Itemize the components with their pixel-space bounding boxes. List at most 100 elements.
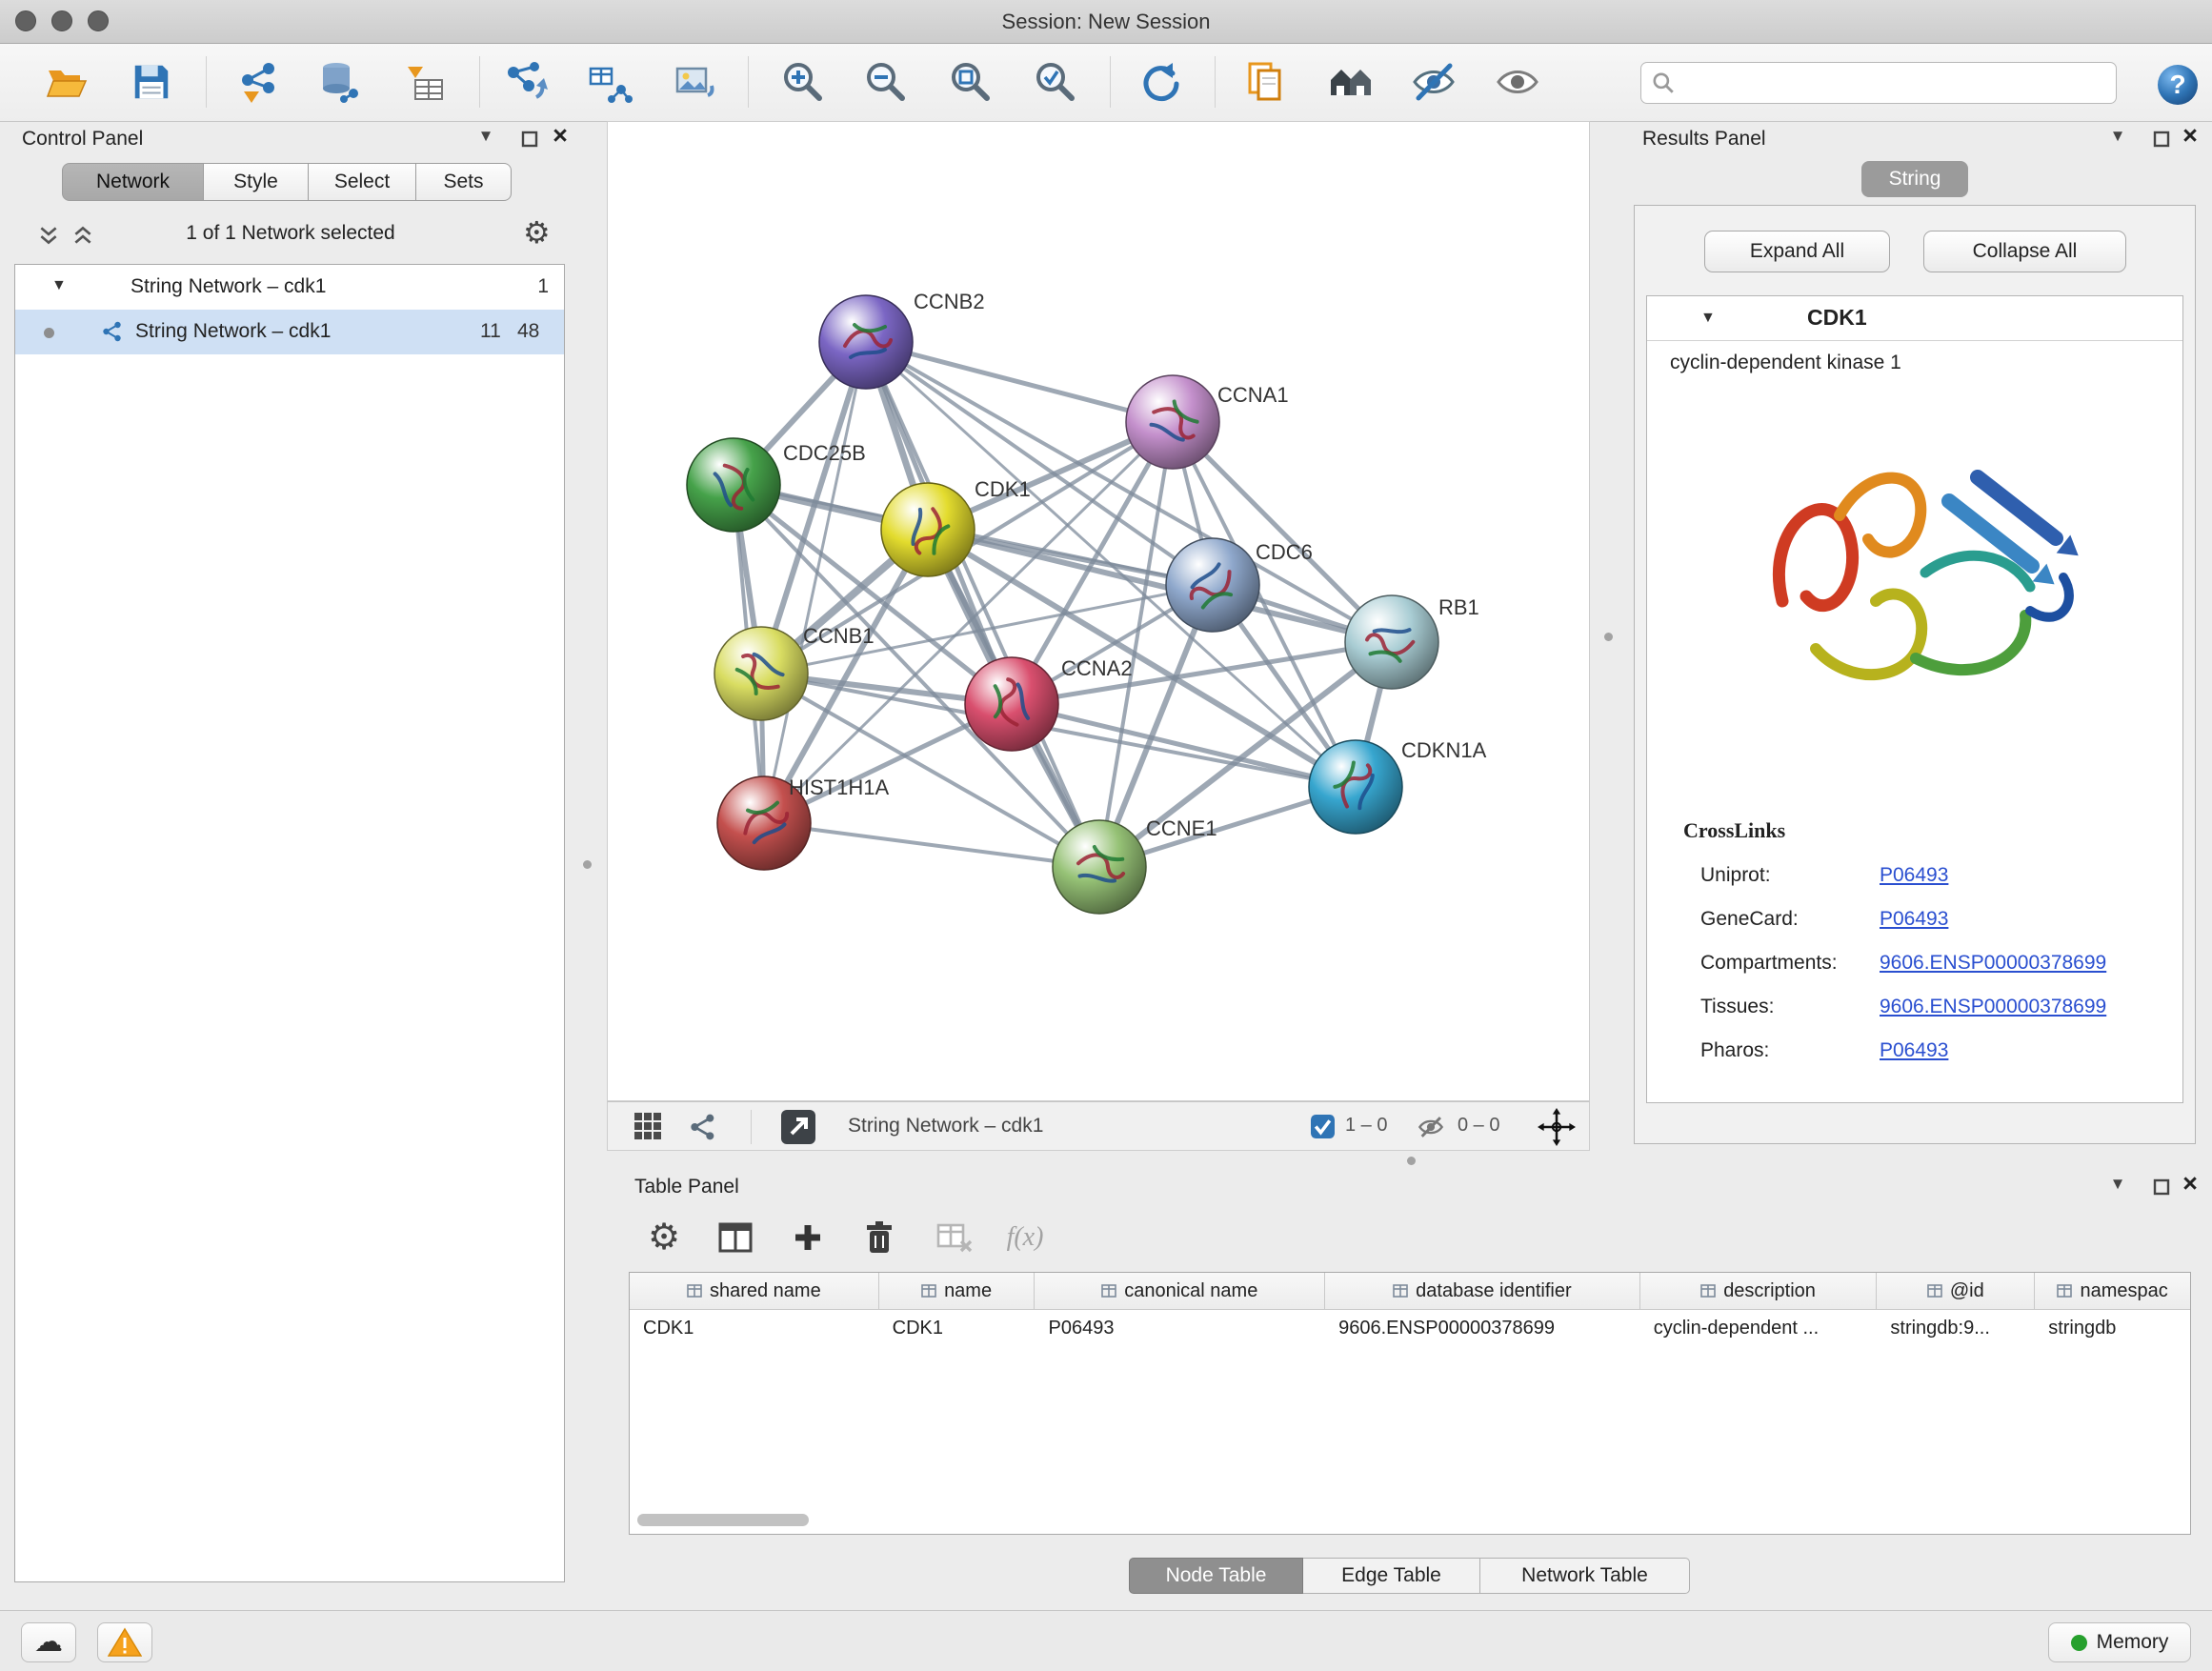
refresh-view-button[interactable] — [1134, 55, 1187, 109]
zoom-window-icon[interactable] — [88, 10, 109, 31]
new-network-button[interactable] — [500, 55, 553, 109]
clone-network-button[interactable] — [1238, 55, 1292, 109]
table-options-button[interactable]: ⚙ — [637, 1211, 691, 1264]
panel-menu-icon[interactable]: ▼ — [473, 127, 498, 146]
string-results-tab[interactable]: String — [1861, 161, 1968, 197]
node-CCNB1[interactable] — [714, 627, 808, 720]
tab-network-table[interactable]: Network Table — [1480, 1558, 1690, 1594]
float-panel-icon[interactable] — [2152, 130, 2171, 149]
node-CDC6[interactable] — [1166, 538, 1259, 632]
right-splitter-handle[interactable] — [1604, 633, 1613, 641]
node-CCNA1[interactable] — [1126, 375, 1219, 469]
column-header-at-id[interactable]: @id — [1877, 1273, 2035, 1309]
zoom-out-button[interactable] — [859, 55, 913, 109]
network-view: CCNB2CCNA1CDC25BCDK1CDC6RB1CCNB1CCNA2CDK… — [607, 121, 1590, 1151]
edge-CCNB2-CCNE1[interactable] — [866, 342, 1099, 867]
hide-selected-button[interactable] — [1407, 55, 1460, 109]
search-input[interactable] — [1681, 64, 2116, 102]
function-builder-button-disabled[interactable]: f(x) — [998, 1211, 1052, 1264]
node-CCNE1[interactable] — [1053, 820, 1146, 914]
pan-crosshair-icon[interactable] — [1538, 1108, 1576, 1146]
expand-all-button[interactable]: Expand All — [1704, 231, 1890, 272]
network-glyph-icon[interactable] — [688, 1112, 718, 1142]
network-overview-button[interactable] — [1324, 55, 1377, 109]
tab-select[interactable]: Select — [309, 163, 416, 201]
tree-expand-icon[interactable]: ▼ — [51, 277, 67, 294]
column-header-database-identifier[interactable]: database identifier — [1325, 1273, 1640, 1309]
node-RB1[interactable] — [1345, 595, 1438, 689]
main-toolbar: ? — [0, 44, 2212, 122]
node-CDC25B[interactable] — [687, 438, 780, 532]
cell-name: CDK1 — [879, 1310, 1036, 1346]
column-header-namespace[interactable]: namespac — [2035, 1273, 2190, 1309]
crosslink-link[interactable]: P06493 — [1880, 908, 1948, 931]
tab-sets[interactable]: Sets — [416, 163, 512, 201]
network-row-selected[interactable]: String Network – cdk1 11 48 — [15, 310, 564, 354]
window-title: Session: New Session — [0, 0, 2212, 43]
cloud-status-button[interactable]: ☁ — [21, 1622, 76, 1662]
birdseye-grid-icon[interactable] — [631, 1109, 665, 1143]
panel-menu-icon[interactable]: ▼ — [2105, 127, 2130, 146]
warnings-button[interactable] — [97, 1622, 152, 1662]
export-image-button[interactable] — [668, 55, 721, 109]
close-panel-icon[interactable]: × — [548, 121, 573, 151]
close-panel-icon[interactable]: × — [2178, 121, 2202, 151]
node-CDK1[interactable] — [881, 483, 975, 576]
import-network-from-file-button[interactable] — [232, 55, 286, 109]
node-CDKN1A[interactable] — [1309, 740, 1402, 834]
tab-network[interactable]: Network — [62, 163, 204, 201]
network-collection-row[interactable]: ▼ String Network – cdk1 1 — [15, 265, 564, 310]
image-icon — [672, 59, 717, 105]
node-CCNA2[interactable] — [965, 657, 1058, 751]
horizontal-scrollbar-thumb[interactable] — [637, 1514, 809, 1526]
help-button[interactable]: ? — [2151, 58, 2204, 111]
crosslink-link[interactable]: 9606.ENSP00000378699 — [1880, 952, 2106, 975]
edge-CCNB2-HIST1H1A[interactable] — [764, 342, 866, 823]
delete-column-button[interactable] — [853, 1211, 906, 1264]
minimize-window-icon[interactable] — [51, 10, 72, 31]
network-options-gear-icon[interactable]: ⚙ — [523, 217, 551, 248]
table-row[interactable]: CDK1 CDK1 P06493 9606.ENSP00000378699 cy… — [630, 1310, 2190, 1346]
crosslink-link[interactable]: P06493 — [1880, 1039, 1948, 1062]
show-columns-button[interactable] — [709, 1211, 762, 1264]
float-panel-icon[interactable] — [2152, 1178, 2171, 1197]
column-header-name[interactable]: name — [879, 1273, 1036, 1309]
float-panel-icon[interactable] — [520, 130, 539, 149]
column-header-description[interactable]: description — [1640, 1273, 1878, 1309]
column-header-canonical-name[interactable]: canonical name — [1035, 1273, 1325, 1309]
open-session-button[interactable] — [40, 55, 93, 109]
left-splitter-handle[interactable] — [583, 860, 592, 869]
panel-menu-icon[interactable]: ▼ — [2105, 1175, 2130, 1194]
memory-button[interactable]: Memory — [2048, 1622, 2191, 1662]
collapse-all-button[interactable]: Collapse All — [1923, 231, 2126, 272]
tab-node-table[interactable]: Node Table — [1129, 1558, 1303, 1594]
new-network-from-table-button[interactable] — [583, 55, 636, 109]
network-canvas[interactable]: CCNB2CCNA1CDC25BCDK1CDC6RB1CCNB1CCNA2CDK… — [607, 121, 1590, 1101]
tab-style[interactable]: Style — [204, 163, 309, 201]
delete-table-button-disabled[interactable] — [928, 1211, 981, 1264]
horizontal-splitter-handle[interactable] — [1407, 1157, 1416, 1165]
node-CCNB2[interactable] — [819, 295, 913, 389]
save-session-button[interactable] — [125, 55, 178, 109]
close-window-icon[interactable] — [15, 10, 36, 31]
crosslink-link[interactable]: 9606.ENSP00000378699 — [1880, 996, 2106, 1018]
show-all-button[interactable] — [1491, 55, 1544, 109]
zoom-selected-button[interactable] — [1029, 55, 1082, 109]
selected-checkbox-icon[interactable] — [1311, 1115, 1335, 1138]
edge-CCNE1-HIST1H1A[interactable] — [764, 823, 1099, 867]
zoom-in-button[interactable] — [776, 55, 830, 109]
trash-icon — [858, 1217, 900, 1258]
import-table-from-file-button[interactable] — [398, 55, 452, 109]
section-collapse-icon[interactable]: ▼ — [1700, 310, 1716, 327]
create-column-button[interactable] — [781, 1211, 835, 1264]
tab-edge-table[interactable]: Edge Table — [1303, 1558, 1480, 1594]
crosslink-link[interactable]: P06493 — [1880, 864, 1948, 887]
column-header-shared-name[interactable]: shared name — [630, 1273, 879, 1309]
zoom-fit-button[interactable] — [944, 55, 997, 109]
gear-icon: ⚙ — [648, 1219, 680, 1256]
export-view-icon[interactable] — [779, 1108, 817, 1146]
open-folder-icon — [44, 59, 90, 105]
close-panel-icon[interactable]: × — [2178, 1169, 2202, 1198]
import-network-from-database-button[interactable] — [313, 55, 367, 109]
gene-section-header[interactable]: ▼ CDK1 — [1647, 296, 2182, 341]
